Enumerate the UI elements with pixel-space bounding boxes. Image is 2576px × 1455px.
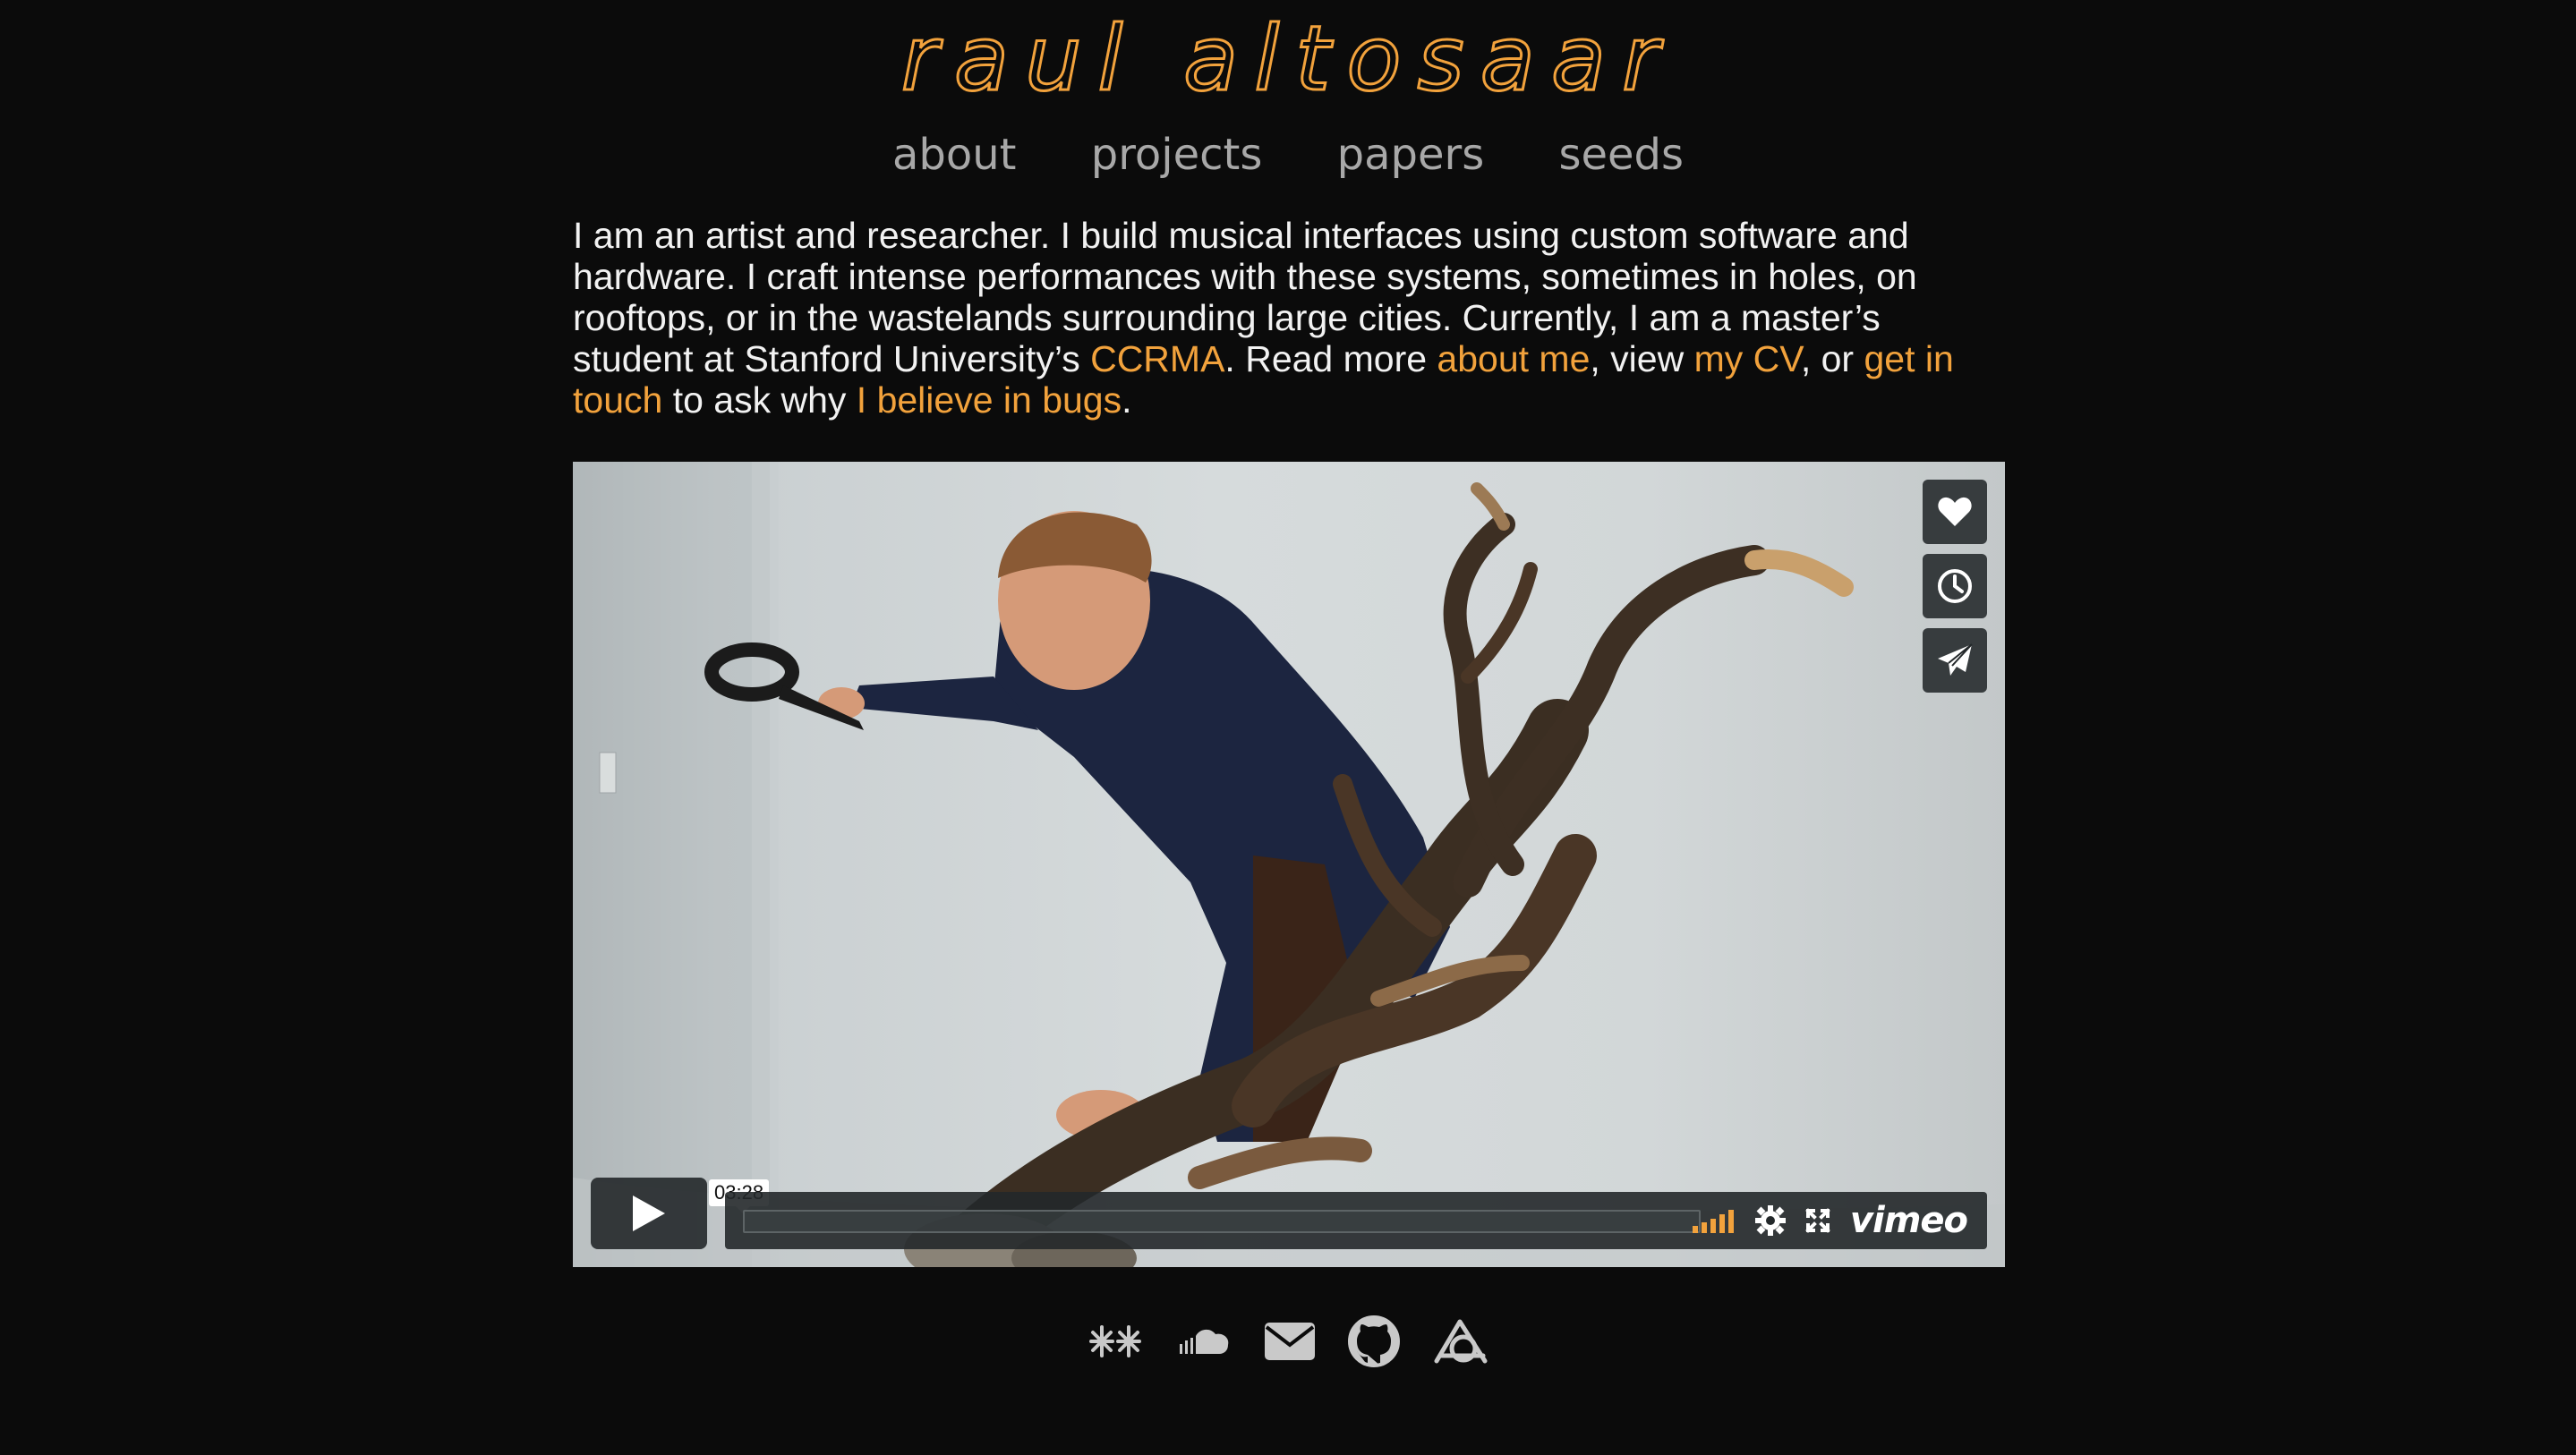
soundcloud-link[interactable] — [1176, 1325, 1232, 1362]
video-player[interactable]: 03:28 — [573, 462, 2005, 1267]
main-nav: about projects papers seeds — [0, 130, 2576, 180]
watch-later-button[interactable] — [1923, 554, 1987, 618]
fullscreen-icon[interactable] — [1805, 1208, 1830, 1233]
intro-text: . — [1122, 379, 1132, 421]
footer-links — [0, 1315, 2576, 1372]
like-button[interactable] — [1923, 480, 1987, 544]
github-link[interactable] — [1348, 1315, 1401, 1372]
intro-text: , or — [1800, 338, 1864, 379]
send-icon — [1938, 643, 1973, 676]
soundcloud-icon — [1179, 1329, 1228, 1354]
video-frame — [573, 462, 2005, 1267]
email-link[interactable] — [1264, 1322, 1316, 1366]
progress-bar[interactable] — [743, 1210, 1701, 1233]
nav-papers[interactable]: papers — [1337, 130, 1485, 180]
about-me-link[interactable]: about me — [1437, 338, 1590, 379]
play-icon — [633, 1195, 665, 1231]
video-side-buttons — [1923, 480, 1987, 702]
star-icon — [1089, 1325, 1142, 1357]
volume-icon[interactable] — [1692, 1208, 1736, 1233]
site-title: raul altosaar — [901, 7, 1676, 106]
clock-icon — [1938, 569, 1972, 603]
cv-link[interactable]: my CV — [1694, 338, 1801, 379]
controlbar-icons: vimeo — [1673, 1192, 1968, 1249]
nav-projects[interactable]: projects — [1091, 130, 1263, 180]
intro-text: to ask why — [662, 379, 857, 421]
ccrma-link[interactable]: CCRMA — [1090, 338, 1224, 379]
intro-paragraph: I am an artist and researcher. I build m… — [573, 215, 2005, 421]
nav-seeds[interactable]: seeds — [1558, 130, 1684, 180]
mail-icon — [1265, 1323, 1315, 1360]
bugs-link[interactable]: I believe in bugs — [857, 379, 1122, 421]
arena-link[interactable] — [1433, 1318, 1488, 1369]
video-controlbar: vimeo — [725, 1192, 1987, 1249]
nav-about[interactable]: about — [892, 130, 1017, 180]
heart-icon — [1938, 497, 1972, 526]
vimeo-logo[interactable]: vimeo — [1850, 1200, 1968, 1241]
site-logo[interactable]: raul altosaar — [0, 7, 2576, 106]
play-button[interactable] — [591, 1178, 707, 1249]
gear-icon[interactable] — [1754, 1205, 1786, 1236]
github-icon — [1348, 1315, 1401, 1367]
star-link[interactable] — [1088, 1323, 1143, 1364]
intro-text: . Read more — [1224, 338, 1437, 379]
arena-icon — [1434, 1319, 1488, 1364]
page: raul altosaar about projects papers seed… — [0, 0, 2576, 1455]
intro-text: , view — [1590, 338, 1694, 379]
share-button[interactable] — [1923, 628, 1987, 693]
